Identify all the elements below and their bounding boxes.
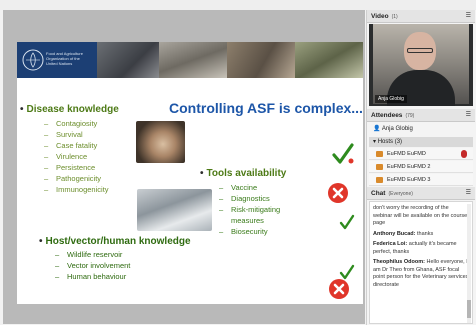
bullet: •	[39, 236, 43, 247]
tools-availability-list: – Vaccine – Diagnostics – Risk-mitigating m…	[219, 182, 280, 237]
fao-logo-icon	[22, 49, 44, 71]
list-item: – Vector involvement	[55, 261, 131, 270]
host-name: EuFMD EuFMD 3	[387, 177, 431, 183]
video-feed: Anja Globig	[369, 24, 473, 106]
list-item: – Immunogenicity	[44, 185, 109, 194]
person-icon: 👤	[373, 126, 382, 132]
header-photo-farm	[295, 42, 363, 78]
pod-menu-icon[interactable]: ☰	[466, 112, 471, 118]
host-name: EuFMD EuFMD 2	[387, 164, 431, 170]
screen-share-area: Food and Agriculture Organization of the…	[3, 10, 365, 324]
disease-knowledge-heading: • Disease knowledge	[20, 104, 119, 115]
attendee-self[interactable]: 👤 Anja Globig	[373, 125, 413, 132]
webcam-image	[373, 24, 469, 106]
list-item: measures	[231, 216, 264, 225]
chat-text: don't worry the recording of the webinar…	[373, 205, 468, 226]
attendee-self-name: Anja Globig	[381, 126, 413, 132]
hosts-group-label: Hosts (3)	[377, 139, 403, 145]
chat-author: Anthony Bucad:	[373, 230, 416, 237]
chat-messages[interactable]: don't worry the recording of the webinar…	[369, 201, 473, 324]
host-row[interactable]: EuFMD EuFMD 3	[369, 174, 473, 186]
list-item: – Survival	[44, 130, 83, 139]
side-panel: Video (1) ☰ Anja Globig Attendees (79) ☰ 👤…	[366, 10, 476, 325]
webinar-window: Food and Agriculture Organization of the…	[0, 0, 476, 325]
pod-menu-icon[interactable]: ☰	[466, 190, 471, 196]
pod-menu-icon[interactable]: ☰	[466, 13, 471, 19]
header-photo-animals	[159, 42, 227, 78]
attendees-pod-header[interactable]: Attendees (79) ☰	[367, 109, 475, 122]
host-icon	[376, 151, 383, 157]
bullet: •	[20, 104, 24, 115]
host-row[interactable]: EuFMD EuFMD 2	[369, 161, 473, 173]
chat-pod-header[interactable]: Chat (Everyone) ☰	[367, 187, 475, 200]
attendees-pod-title: Attendees	[371, 112, 403, 119]
list-item: – Human behaviour	[55, 272, 127, 281]
slide-header-banner: Food and Agriculture Organization of the…	[17, 42, 363, 78]
disease-knowledge-list: – Contagiosity – Survival – Case fatality –…	[44, 118, 109, 195]
hosts-group-row[interactable]: ▾ Hosts (3)	[369, 137, 473, 147]
chat-message: Federica Loi: actually it's became perfe…	[373, 241, 469, 256]
host-icon	[376, 164, 383, 170]
pig-photo	[136, 121, 185, 163]
list-item: – Persistence	[44, 163, 96, 172]
chat-message: don't worry the recording of the webinar…	[373, 205, 469, 228]
cross-circle-icon	[328, 183, 348, 203]
video-count: (1)	[391, 14, 398, 20]
syringe-photo	[137, 189, 212, 231]
chat-author: Federica Loi:	[373, 241, 408, 247]
check-icon	[339, 214, 355, 230]
list-item: – Vaccine	[219, 183, 258, 192]
slide-title: Controlling ASF is complex...	[169, 100, 363, 116]
speaker-name-tag: Anja Globig	[375, 95, 407, 103]
cross-circle-icon	[329, 279, 349, 299]
list-item: – Pathogenicity	[44, 174, 102, 183]
attendees-count: (79)	[405, 113, 415, 119]
host-name: EuFMD EuFMD	[387, 151, 426, 157]
tools-availability-heading: • Tools availability	[200, 168, 286, 179]
check-icon	[332, 143, 354, 164]
header-photo-pigs	[97, 42, 159, 78]
window-top-strip	[0, 0, 476, 10]
list-item: – Contagiosity	[44, 119, 98, 128]
list-item: – Biosecurity	[219, 227, 268, 236]
presentation-slide: Food and Agriculture Organization of the…	[17, 42, 363, 304]
chat-scope: (Everyone)	[388, 191, 413, 197]
header-photo-boar	[227, 42, 295, 78]
disease-knowledge-label: Disease knowledge	[26, 104, 119, 115]
bullet: •	[200, 168, 204, 179]
list-item: – Virulence	[44, 152, 88, 161]
list-item: – Diagnostics	[219, 194, 270, 203]
chat-author: Theophilus Odoom:	[373, 259, 425, 265]
chat-text: thanks	[417, 230, 434, 237]
host-vector-human-list: – Wildlife reservoir – Vector involvement …	[55, 249, 130, 282]
chat-pod-title: Chat	[371, 190, 386, 197]
tools-availability-label: Tools availability	[206, 168, 287, 179]
microphone-icon	[461, 150, 467, 158]
chat-message: Theophilus Odoom: Hello everyone, I am D…	[373, 259, 469, 289]
host-icon	[376, 177, 383, 183]
video-pod-title: Video	[371, 13, 389, 20]
chat-message: Anthony Bucad: thanks	[373, 231, 469, 239]
list-item: – Wildlife reservoir	[55, 250, 123, 259]
video-pod-header[interactable]: Video (1) ☰	[367, 10, 475, 23]
fao-logo-text: Food and Agriculture Organization of the…	[46, 51, 83, 66]
glasses-icon	[407, 48, 433, 53]
chat-scroll-thumb[interactable]	[467, 300, 471, 318]
list-item: – Case fatality	[44, 141, 98, 150]
host-vector-human-heading: • Host/vector/human knowledge	[39, 236, 191, 247]
host-row[interactable]: EuFMD EuFMD	[369, 148, 473, 160]
host-vector-human-label: Host/vector/human knowledge	[45, 236, 191, 247]
list-item: – Risk-mitigating	[219, 205, 281, 214]
